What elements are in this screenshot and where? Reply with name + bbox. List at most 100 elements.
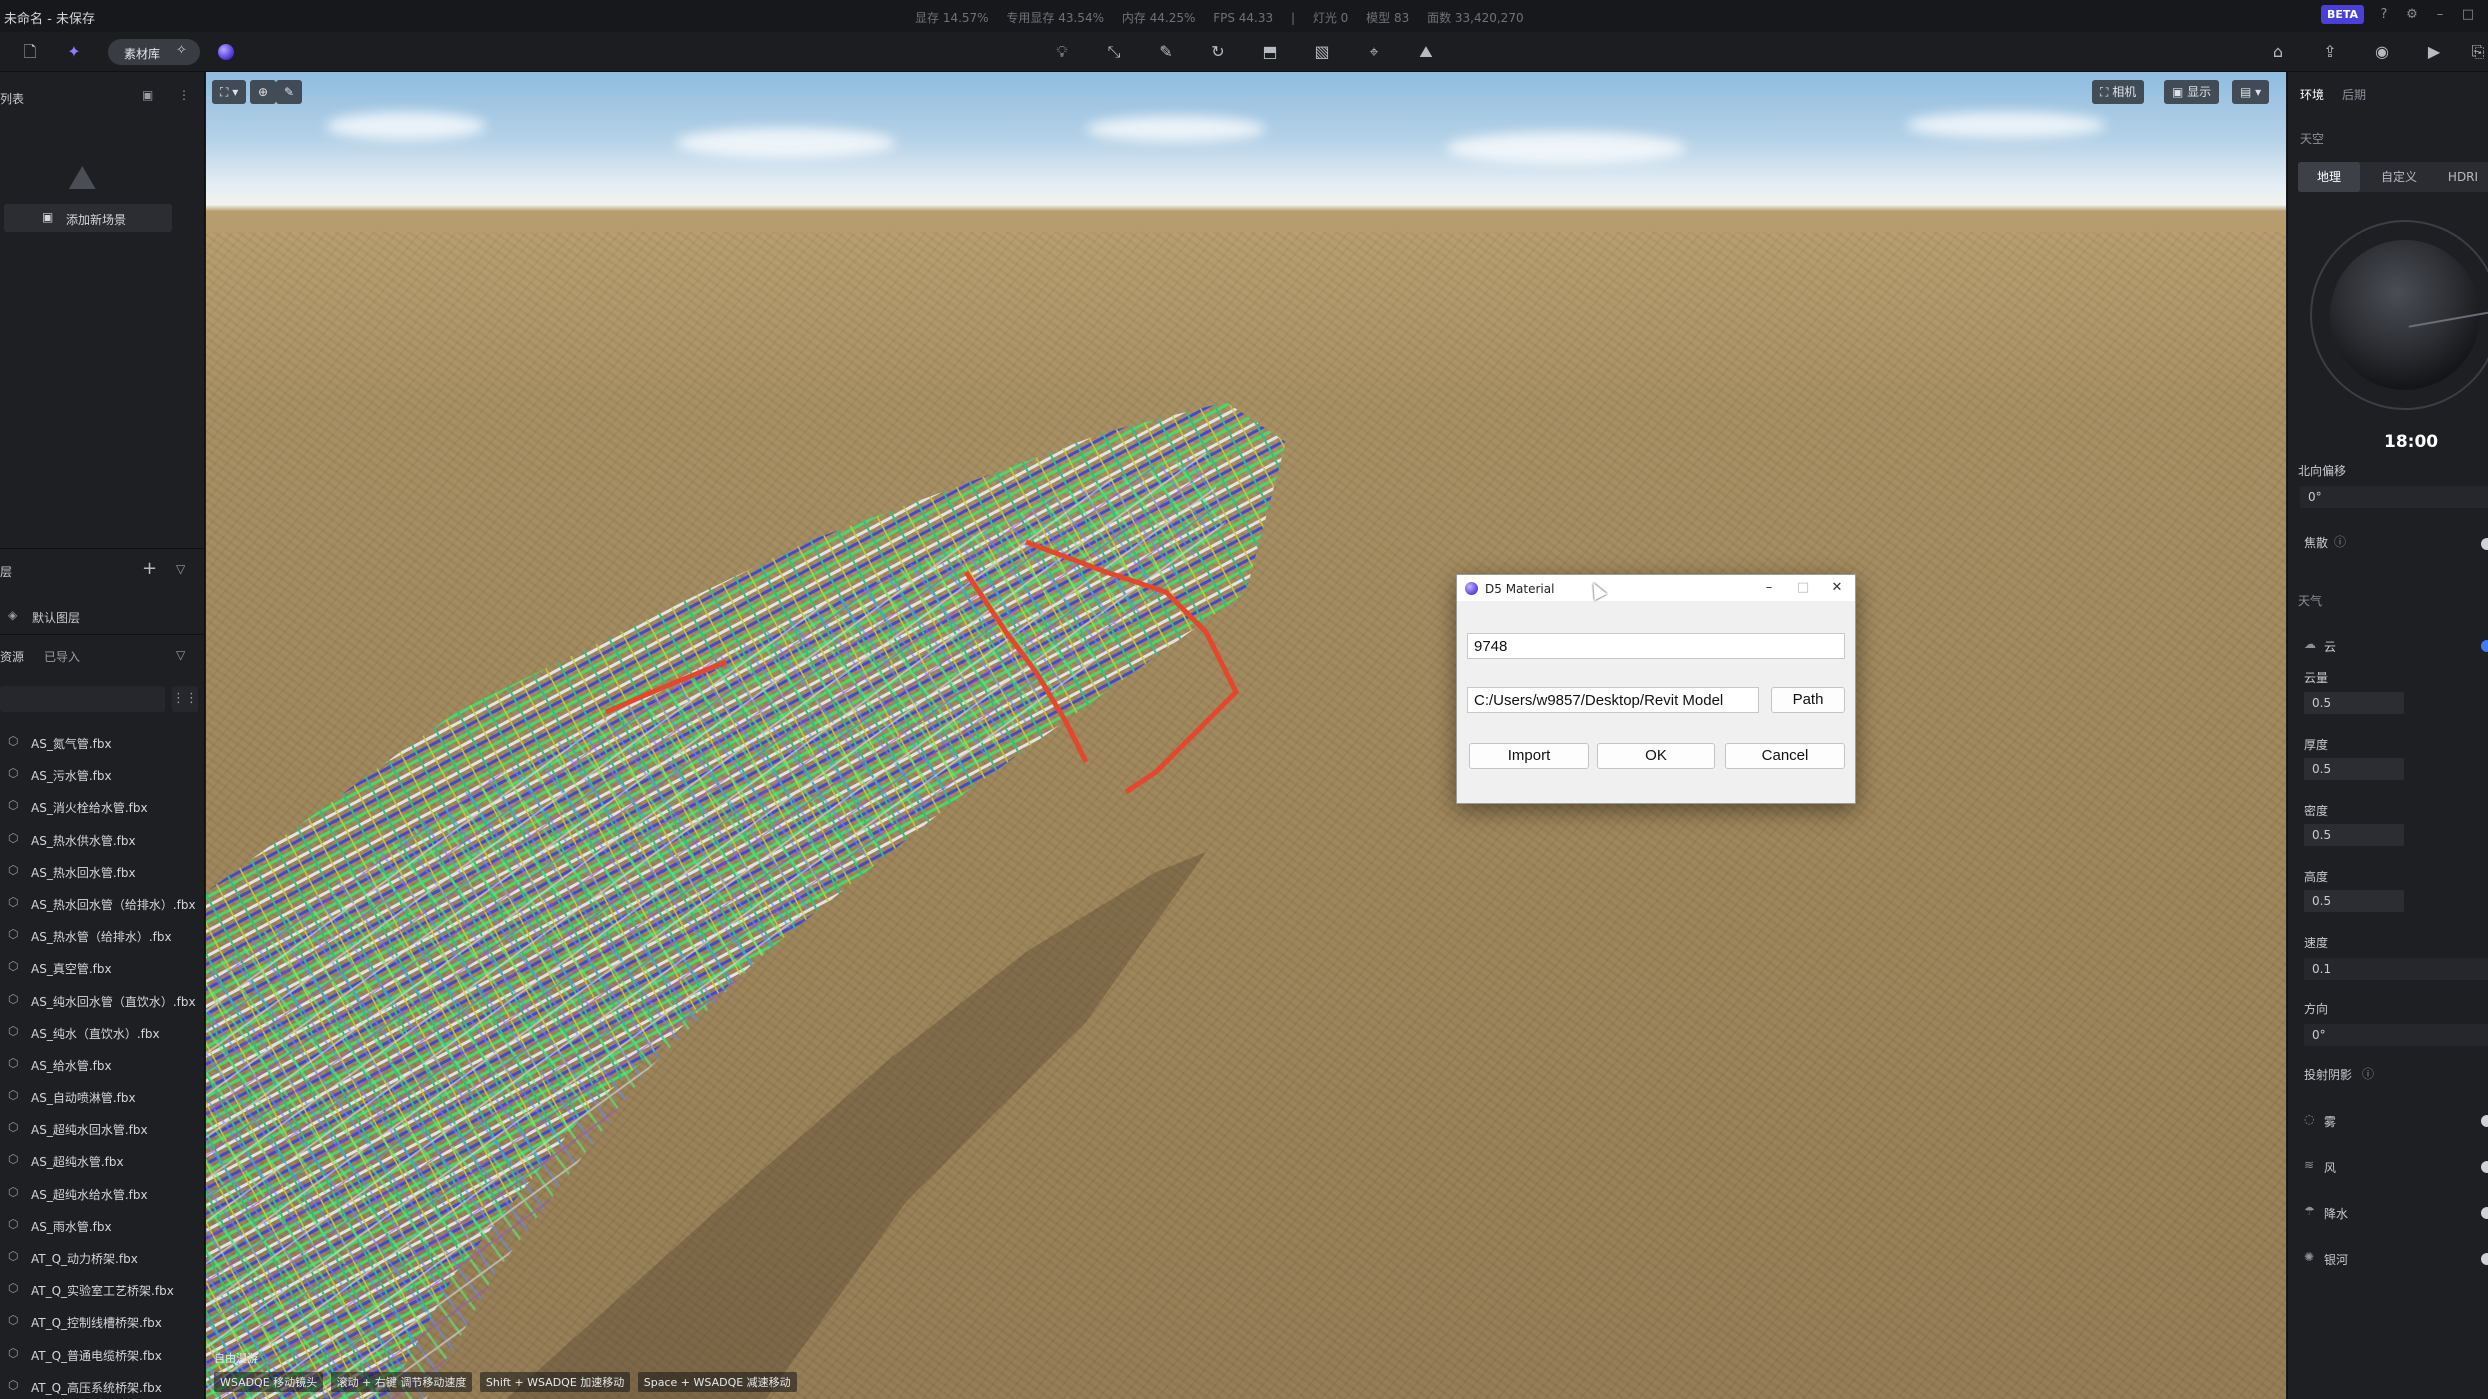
render-options-button[interactable]: ▤ ▾ (2232, 80, 2270, 104)
info-icon[interactable]: ⓘ (2362, 1065, 2374, 1082)
cloud-amount-label: 云量 (2304, 671, 2329, 685)
display-button[interactable]: ▣ 显示 (2164, 80, 2220, 104)
cube-icon: ⬡ (8, 1023, 19, 1038)
area-icon[interactable]: ▧ (1310, 40, 1334, 64)
path-button[interactable]: Path (1771, 687, 1845, 713)
scene-placeholder-icon: ⛰ (68, 158, 97, 198)
scene-settings-icon[interactable]: ▣ (142, 88, 153, 102)
sky-mode-geo[interactable]: 地理 (2298, 162, 2360, 192)
light-bulb-icon[interactable]: 💡︎ (1050, 40, 1074, 64)
dialog-minimize-icon[interactable]: – (1755, 578, 1783, 598)
direction-field[interactable]: 0° (2304, 1024, 2488, 1046)
sky-mode-hdri[interactable]: HDRI (2438, 162, 2488, 192)
cube-icon: ⬡ (8, 894, 19, 909)
list-item[interactable]: ⬡ AS_纯水（直饮水）.fbx (0, 1015, 205, 1047)
grid-view-icon[interactable]: ⋮⋮ (172, 686, 198, 712)
wind-toggle[interactable] (2481, 1161, 2488, 1173)
focus-toggle[interactable] (2481, 538, 2488, 550)
info-icon[interactable]: ⓘ (2334, 533, 2346, 550)
share-icon[interactable]: ⇪ (2318, 40, 2342, 64)
list-item[interactable]: ⬡ AS_真空管.fbx (0, 950, 205, 982)
d5-logo-icon[interactable]: ✦ (62, 40, 86, 64)
north-offset-field[interactable]: 0° (2300, 486, 2488, 508)
more-icon[interactable]: ⋮ (178, 88, 190, 102)
3d-viewport[interactable]: ⛶ ▾ ⊕ ✎ ⛶ 相机 ▣ 显示 ▤ ▾ 自由漫游 WSADQE 移动镜头 滚… (206, 72, 2286, 1399)
cube-icon: ⬡ (8, 1120, 19, 1135)
select-icon[interactable]: ⌖ (1362, 40, 1386, 64)
speed-field[interactable]: 0.1 (2304, 958, 2488, 980)
sky-title: 天空 (2300, 132, 2325, 146)
rain-toggle[interactable] (2481, 1207, 2488, 1219)
d5-orb-icon[interactable] (218, 44, 234, 60)
pen-icon[interactable]: ✎ (276, 80, 303, 104)
list-item[interactable]: ⬡ AS_超纯水给水管.fbx (0, 1176, 205, 1208)
list-item[interactable]: ⬡ AS_热水供水管.fbx (0, 822, 205, 854)
export-icon[interactable]: ⎘ (2466, 40, 2488, 64)
import-model-icon[interactable]: ⬒ (1258, 40, 1282, 64)
list-item[interactable]: ⬡ AS_氮气管.fbx (0, 725, 205, 757)
new-file-icon[interactable]: 🗋 (18, 40, 42, 64)
asset-library-button[interactable]: 素材库 ✧ (108, 39, 200, 65)
list-item[interactable]: ⬡ AS_消火栓给水管.fbx (0, 789, 205, 821)
list-item[interactable]: ⬡ AS_热水回水管（给排水）.fbx (0, 886, 205, 918)
list-item[interactable]: ⬡ AT_Q_实验室工艺桥架.fbx (0, 1272, 205, 1304)
dialog-close-icon[interactable]: ✕ (1823, 578, 1851, 598)
height-field[interactable]: 0.5 (2304, 890, 2404, 912)
focus-label: 焦散 (2304, 536, 2329, 550)
imported-tab[interactable]: 已导入 (44, 648, 80, 665)
list-item[interactable]: ⬡ AS_超纯水管.fbx (0, 1143, 205, 1175)
cancel-button[interactable]: Cancel (1725, 743, 1845, 769)
list-item[interactable]: ⬡ AT_Q_动力桥架.fbx (0, 1240, 205, 1272)
cube-icon: ⬡ (8, 1281, 19, 1296)
camera-view-button[interactable]: ⛶ 相机 (2092, 80, 2145, 104)
density-field[interactable]: 0.5 (2304, 824, 2404, 846)
add-scene-button[interactable]: ▣ 添加新场景 (4, 204, 172, 232)
add-layer-icon[interactable]: + (142, 558, 157, 579)
view-mode-button[interactable]: ⛶ ▾ (212, 80, 247, 104)
list-item[interactable]: ⬡ AS_污水管.fbx (0, 757, 205, 789)
path-field[interactable]: C:/Users/w9857/Desktop/Revit Model (1467, 687, 1759, 713)
list-item[interactable]: ⬡ AT_Q_高压系统桥架.fbx (0, 1369, 205, 1399)
tab-post[interactable]: 后期 (2342, 86, 2366, 103)
list-item[interactable]: ⬡ AS_自动喷淋管.fbx (0, 1079, 205, 1111)
dialog-title-bar[interactable]: D5 Material – □ ✕ (1457, 575, 1855, 601)
fog-toggle[interactable] (2481, 1115, 2488, 1127)
galaxy-toggle[interactable] (2481, 1253, 2488, 1265)
layers-collapse-icon[interactable]: ▽ (176, 562, 185, 576)
rotate-icon[interactable]: ↻ (1206, 40, 1230, 64)
ok-button[interactable]: OK (1597, 743, 1715, 769)
list-item[interactable]: ⬡ AS_给水管.fbx (0, 1047, 205, 1079)
brush-icon[interactable]: ✎ (1154, 40, 1178, 64)
cloud-toggle[interactable] (2481, 640, 2488, 652)
file-name: AS_热水供水管.fbx (31, 833, 136, 848)
minimize-icon[interactable]: – (2431, 6, 2449, 24)
assets-collapse-icon[interactable]: ▽ (176, 648, 185, 662)
import-button[interactable]: Import (1469, 743, 1589, 769)
hint-move: WSADQE 移动镜头 (214, 1372, 324, 1392)
file-name: AS_氮气管.fbx (31, 737, 112, 751)
maximize-icon[interactable]: □ (2459, 6, 2477, 24)
path-tool-icon[interactable]: ⤡ (1102, 40, 1126, 64)
cloud-amount-field[interactable]: 0.5 (2304, 692, 2404, 714)
list-item[interactable]: ⬡ AS_雨水管.fbx (0, 1208, 205, 1240)
ai-sparkle-icon[interactable]: ✧ (176, 43, 187, 58)
list-item[interactable]: ⬡ AS_热水回水管.fbx (0, 854, 205, 886)
tab-environment[interactable]: 环境 (2300, 86, 2324, 103)
list-item[interactable]: ⬡ AT_Q_普通电缆桥架.fbx (0, 1337, 205, 1369)
asset-search-input[interactable] (0, 686, 165, 712)
settings-icon[interactable]: ⚙ (2403, 6, 2421, 24)
list-item[interactable]: ⬡ AT_Q_控制线槽桥架.fbx (0, 1304, 205, 1336)
terrain-icon[interactable]: ⛰ (1414, 40, 1438, 64)
list-item[interactable]: ⬡ AS_纯水回水管（直饮水）.fbx (0, 983, 205, 1015)
help-icon[interactable]: ? (2375, 6, 2393, 24)
video-icon[interactable]: ▶ (2422, 40, 2446, 64)
default-layer[interactable]: 默认图层 (32, 609, 80, 626)
globe-icon[interactable]: ⊕ (250, 80, 277, 104)
list-item[interactable]: ⬡ AS_超纯水回水管.fbx (0, 1111, 205, 1143)
id-field[interactable]: 9748 (1467, 633, 1845, 659)
sky-mode-custom[interactable]: 自定义 (2368, 162, 2430, 192)
camera-icon[interactable]: ◉ (2370, 40, 2394, 64)
list-item[interactable]: ⬡ AS_热水管（给排水）.fbx (0, 918, 205, 950)
gift-icon[interactable]: ⌂ (2266, 40, 2290, 64)
thickness-field[interactable]: 0.5 (2304, 758, 2404, 780)
